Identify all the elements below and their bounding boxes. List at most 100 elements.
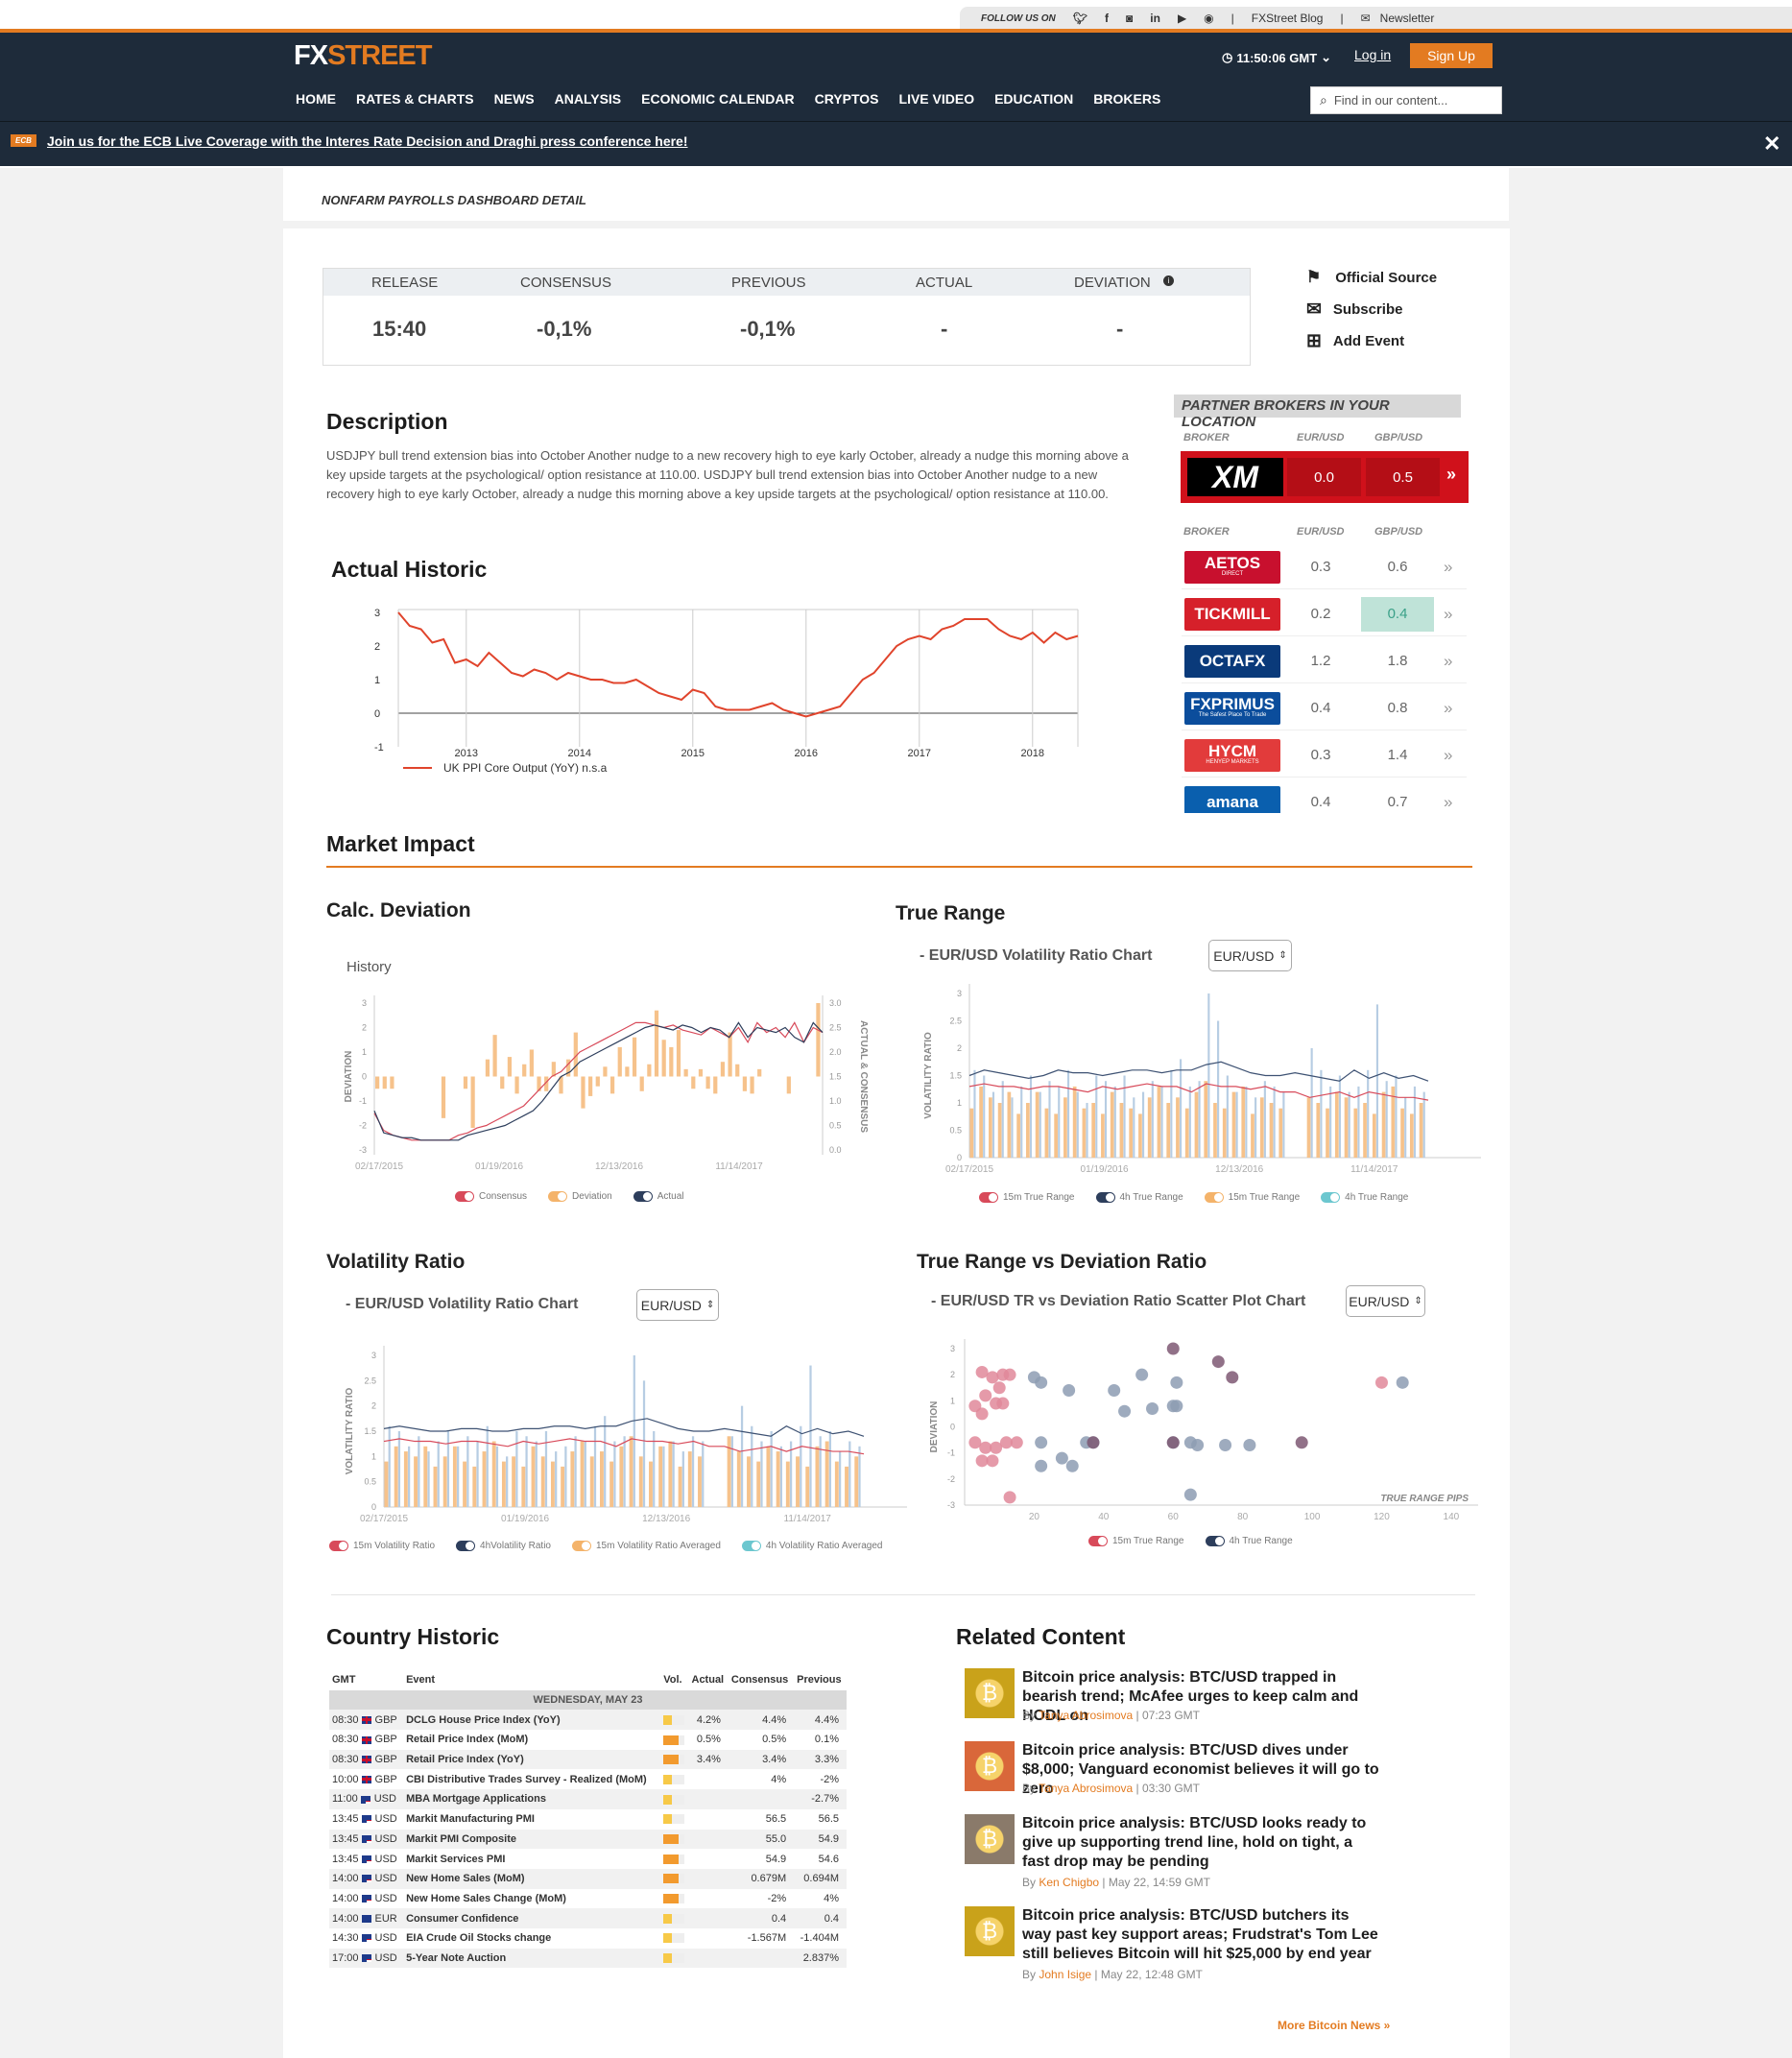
orange-bar — [531, 1446, 536, 1507]
x-tick-label: 11/14/2017 — [1350, 1164, 1398, 1175]
tr-deviation-pair-select[interactable]: EUR/USD ⇕ — [1346, 1285, 1425, 1317]
y-axis-label: DEVIATION — [344, 1051, 354, 1103]
legend-item[interactable]: 4h Volatility Ratio Averaged — [741, 1541, 882, 1551]
legend-item[interactable]: Deviation — [548, 1191, 612, 1202]
nav-item[interactable]: ECONOMIC CALENDAR — [641, 91, 794, 107]
blog-link[interactable]: FXStreet Blog — [1252, 12, 1324, 25]
orange-bar — [698, 1456, 702, 1507]
legend-item[interactable]: 15m True Range — [979, 1192, 1075, 1203]
legend-item[interactable]: Consensus — [455, 1191, 527, 1202]
signup-button[interactable]: Sign Up — [1410, 43, 1493, 68]
chevron-right-icon[interactable]: » — [1444, 793, 1452, 812]
blue-bar — [1104, 1081, 1108, 1158]
login-link[interactable]: Log in — [1354, 47, 1391, 62]
row-time: 17:00 USD — [329, 1948, 404, 1969]
broker-row[interactable]: HYCM HENYEP MARKETS 0.3 1.4 » — [1182, 733, 1467, 778]
youtube-icon[interactable]: ▶ — [1178, 12, 1186, 25]
broker-row[interactable]: OCTAFX 1.2 1.8 » — [1182, 639, 1467, 683]
deviation-bar — [492, 1035, 497, 1077]
legend-item[interactable]: 15m Volatility Ratio — [329, 1541, 435, 1551]
author-link[interactable]: Tanya Abrosimova — [1039, 1709, 1133, 1722]
chevron-right-icon[interactable]: » — [1444, 652, 1452, 671]
tr-deviation-scatter: DEVIATION 3 2 1 0 -1 -2 -3 20 40 60 80 100 120 140 TRUE… — [929, 1339, 1478, 1522]
legend-item[interactable]: 4h True Range — [1205, 1536, 1293, 1546]
nav-item[interactable]: RATES & CHARTS — [356, 91, 474, 107]
nav-item[interactable]: HOME — [296, 91, 336, 107]
facebook-icon[interactable]: f — [1105, 12, 1109, 25]
row-time: 08:30 GBP — [329, 1710, 404, 1731]
legend-item[interactable]: 15m True Range — [1204, 1192, 1300, 1203]
table-row[interactable]: 08:30 GBP DCLG House Price Index (YoY) 4.2%… — [329, 1710, 847, 1731]
table-row[interactable]: 14:00 USD New Home Sales (MoM) 0.679M 0.694M — [329, 1868, 847, 1889]
nav-item[interactable]: LIVE VIDEO — [899, 91, 975, 107]
table-row[interactable]: 17:00 USD 5-Year Note Auction 2.837% — [329, 1948, 847, 1969]
volatility-fill — [663, 1874, 679, 1884]
table-row[interactable]: 11:00 USD MBA Mortgage Applications -2.7% — [329, 1789, 847, 1809]
broker-name: HYCM — [1207, 742, 1257, 760]
volatility-ratio-pair-select[interactable]: EUR/USD ⇕ — [636, 1289, 719, 1321]
nav-item[interactable]: EDUCATION — [994, 91, 1073, 107]
add-event-action[interactable]: ⊞ Add Event — [1306, 330, 1404, 352]
table-row[interactable]: 08:30 GBP Retail Price Index (YoY) 3.4% 3.4%… — [329, 1749, 847, 1770]
legend-item[interactable]: 15m Volatility Ratio Averaged — [571, 1541, 721, 1551]
legend-item[interactable]: 4h True Range — [1095, 1192, 1183, 1203]
close-icon[interactable]: ✕ — [1763, 132, 1780, 156]
orange-bar — [1326, 1108, 1329, 1158]
instagram-icon[interactable]: ◙ — [1126, 12, 1133, 25]
nav-item[interactable]: BROKERS — [1093, 91, 1160, 107]
blue-bar — [604, 1416, 607, 1507]
table-row[interactable]: 14:30 USD EIA Crude Oil Stocks change -1.56… — [329, 1928, 847, 1949]
broker-row[interactable]: FXPRIMUS The Safest Place To Trade 0.4 0.8 » — [1182, 686, 1467, 730]
nav-item[interactable]: ANALYSIS — [555, 91, 622, 107]
table-row[interactable]: 13:45 USD Markit PMI Composite 55.0 54.9 — [329, 1829, 847, 1850]
legend-item[interactable]: 4hVolatility Ratio — [456, 1541, 551, 1551]
chevron-right-icon[interactable]: » — [1444, 746, 1452, 765]
legend-item[interactable]: 15m True Range — [1088, 1536, 1184, 1546]
banner-link[interactable]: Join us for the ECB Live Coverage with t… — [47, 133, 688, 149]
table-row[interactable]: 13:45 USD Markit Services PMI 54.9 54.6 — [329, 1849, 847, 1869]
info-icon[interactable]: i — [1163, 275, 1174, 286]
release-table: RELEASE CONSENSUS PREVIOUS ACTUAL DEVIATION i… — [323, 268, 1251, 366]
broker-row[interactable]: AETOS DIRECT 0.3 0.6 » — [1182, 545, 1467, 589]
rss-icon[interactable]: ◉ — [1204, 12, 1213, 25]
orange-bar — [609, 1461, 614, 1507]
true-range-pair-select[interactable]: EUR/USD ⇕ — [1208, 940, 1292, 971]
search-input[interactable]: Find in our content... — [1334, 93, 1448, 108]
subscribe-action[interactable]: ✉ Subscribe — [1306, 299, 1402, 321]
y2-tick-label: 2.0 — [829, 1047, 842, 1057]
chevron-right-icon[interactable]: » — [1444, 699, 1452, 718]
chevron-right-icon[interactable]: » — [1444, 558, 1452, 577]
blue-bar — [662, 1446, 665, 1507]
table-row[interactable]: 13:45 USD Markit Manufacturing PMI 56.5 56.5 — [329, 1809, 847, 1830]
table-row[interactable]: 08:30 GBP Retail Price Index (MoM) 0.5% 0.5%… — [329, 1730, 847, 1750]
related-title-link[interactable]: Bitcoin price analysis: BTC/USD looks re… — [1022, 1814, 1382, 1872]
twitter-icon[interactable]: 🐦︎ — [1073, 12, 1087, 25]
nav-item[interactable]: NEWS — [494, 91, 535, 107]
author-link[interactable]: John Isige — [1039, 1968, 1091, 1981]
official-source-action[interactable]: ⚑ Official Source — [1306, 268, 1437, 287]
broker-row[interactable]: TICKMILL 0.2 0.4 » — [1182, 592, 1467, 636]
nav-item[interactable]: CRYPTOS — [815, 91, 879, 107]
row-time: 14:00 USD — [329, 1868, 404, 1889]
related-title-link[interactable]: Bitcoin price analysis: BTC/USD butchers… — [1022, 1906, 1382, 1964]
table-row[interactable]: 14:00 EUR Consumer Confidence 0.4 0.4 — [329, 1908, 847, 1928]
table-row[interactable]: 10:00 GBP CBI Distributive Trades Survey -… — [329, 1769, 847, 1789]
search-box[interactable]: ⌕ Find in our content... — [1310, 86, 1502, 114]
author-link[interactable]: Ken Chigbo — [1039, 1876, 1099, 1889]
featured-broker-row[interactable]: XM 0.0 0.5 » — [1181, 451, 1469, 503]
blue-bar — [1217, 1020, 1220, 1158]
blue-bar — [388, 1425, 391, 1507]
author-link[interactable]: Tanya Abrosimova — [1039, 1782, 1133, 1795]
site-logo[interactable]: FXSTREET — [294, 40, 432, 72]
chevron-right-icon[interactable]: » — [1444, 605, 1452, 624]
more-bitcoin-link[interactable]: More Bitcoin News » — [1278, 2019, 1390, 2032]
newsletter-link[interactable]: Newsletter — [1380, 12, 1435, 25]
x-tick-label: 01/19/2016 — [1081, 1164, 1129, 1175]
currency: USD — [373, 1793, 396, 1806]
table-row[interactable]: 14:00 USD New Home Sales Change (MoM) -2% 4% — [329, 1889, 847, 1909]
legend-item[interactable]: 4h True Range — [1321, 1192, 1408, 1203]
legend-item[interactable]: Actual — [633, 1191, 684, 1202]
y-tick-label: 1 — [371, 1451, 376, 1461]
clock[interactable]: ◷ 11:50:06 GMT ⌄ — [1222, 50, 1331, 65]
linkedin-icon[interactable]: in — [1150, 12, 1160, 25]
